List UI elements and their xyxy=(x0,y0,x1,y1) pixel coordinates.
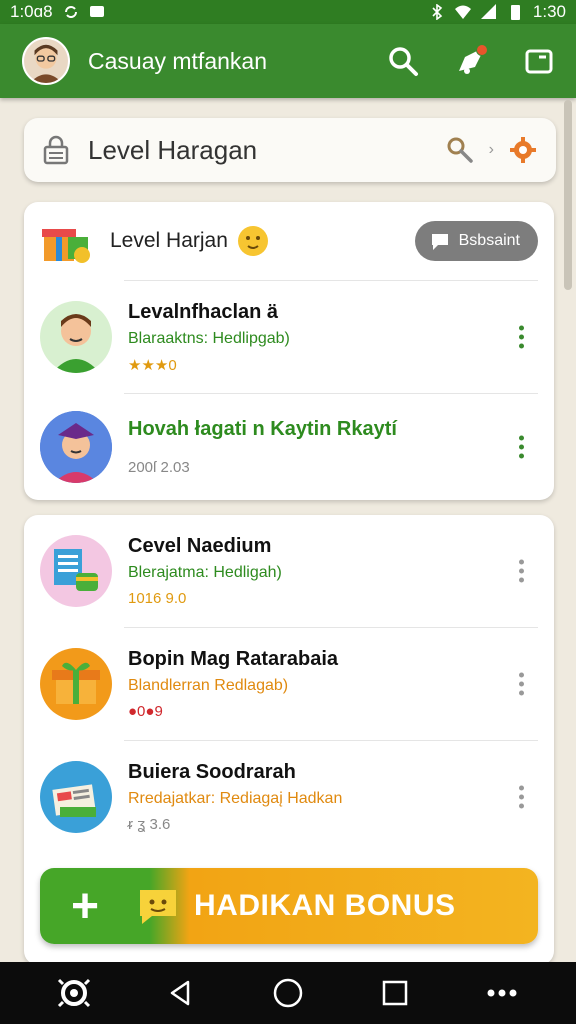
app-bar: Casuay mtfankan xyxy=(0,24,576,98)
item-meta: ᵲ ʓ 3.6 xyxy=(128,816,171,833)
back-button[interactable] xyxy=(161,973,201,1013)
chat-bubble-icon xyxy=(431,234,448,250)
card-title: Level Harjan xyxy=(110,229,228,252)
status-bar: 1:0ɑ8 1:30 xyxy=(0,0,576,24)
list-item[interactable]: Buiera Soodrarah Rredajatkar: Rediagaį H… xyxy=(24,741,554,853)
item-subtitle: Blandlerran Redlagab) xyxy=(128,677,289,694)
status-time-right: 1:30 xyxy=(532,2,566,21)
bonus-label: HADIKAN BONUS xyxy=(194,889,456,922)
notification-badge xyxy=(476,44,488,56)
key-icon[interactable] xyxy=(445,135,475,165)
menu-dots-icon xyxy=(487,989,517,997)
item-title: Buiera Soodrarah xyxy=(128,761,296,783)
window-button[interactable] xyxy=(522,44,556,78)
avatar xyxy=(40,648,112,720)
search-button[interactable] xyxy=(386,44,420,78)
search-icon xyxy=(389,47,418,76)
item-meta: 200ſ 2.03 xyxy=(128,458,190,476)
more-vert-icon[interactable] xyxy=(519,672,524,696)
user-avatar[interactable] xyxy=(22,37,70,85)
more-button[interactable] xyxy=(482,973,522,1013)
list-item[interactable]: Bopin Mag Ratarabaia Blandlerran Redlaga… xyxy=(24,628,554,740)
more-vert-icon[interactable] xyxy=(519,325,524,349)
card-header: Level Harjan Bsbsaint xyxy=(24,202,554,280)
list-item[interactable]: Cevel Naedium Blerajatma: Hedligah) 1016… xyxy=(24,515,554,627)
pill-label: Bsbsaint xyxy=(458,232,520,249)
assistant-icon xyxy=(57,978,90,1008)
app-title: Casuay mtfankan xyxy=(88,47,267,74)
avatar xyxy=(40,761,112,833)
signal-icon xyxy=(480,4,496,19)
list-item[interactable]: Levalnfhaclan ä Blaraaktns: Hedlipgab) ★… xyxy=(24,281,554,393)
recents-button[interactable] xyxy=(375,973,415,1013)
item-title: Hovah łagati n Kaytin Rkaytí xyxy=(128,417,397,440)
emoji-icon xyxy=(237,226,268,256)
wifi-icon xyxy=(454,5,471,19)
more-vert-icon[interactable] xyxy=(519,559,524,583)
avatar-illustration xyxy=(24,39,68,83)
item-subtitle: Blaraaktns: Hedlipgab) xyxy=(128,329,290,347)
window-icon xyxy=(525,49,553,74)
item-title: Bopin Mag Ratarabaia xyxy=(128,648,339,670)
item-title: Cevel Naedium xyxy=(128,535,272,557)
item-title: Levalnfhaclan ä xyxy=(128,300,279,323)
more-vert-icon[interactable] xyxy=(519,435,524,458)
bluetooth-icon xyxy=(432,4,443,20)
plus-icon: + xyxy=(70,879,100,933)
avatar xyxy=(40,535,112,607)
navigation-bar xyxy=(0,962,576,1024)
notification-button[interactable] xyxy=(454,44,488,78)
more-vert-icon[interactable] xyxy=(519,785,524,809)
back-icon xyxy=(170,980,190,1006)
assistant-button[interactable] xyxy=(54,973,94,1013)
item-subtitle: Blerajatma: Hedligah) xyxy=(128,564,282,581)
scrollbar[interactable] xyxy=(564,100,572,960)
item-rating: ★★★0 xyxy=(128,356,177,374)
search-text[interactable]: Level Haragan xyxy=(88,135,257,166)
avatar xyxy=(40,301,112,373)
home-button[interactable] xyxy=(268,973,308,1013)
bonus-button[interactable]: + HADIKAN BONUS xyxy=(40,868,538,944)
gift-box-icon xyxy=(42,229,90,263)
list-item[interactable]: Hovah łagati n Kaytin Rkaytí 200ſ 2.03 xyxy=(24,394,554,499)
sync-icon xyxy=(64,6,77,18)
item-meta: 1016 9.0 xyxy=(128,590,187,607)
bsbsaint-button[interactable]: Bsbsaint xyxy=(414,221,538,261)
home-icon xyxy=(273,978,303,1008)
gear-icon[interactable] xyxy=(508,135,538,165)
level-card: Level Harjan Bsbsaint Levalnfhaclan ä Bl… xyxy=(24,202,554,500)
chat-icon xyxy=(89,6,104,17)
status-time-left: 1:0ɑ8 xyxy=(10,2,53,21)
recents-icon xyxy=(382,980,408,1006)
emoji-chat-icon xyxy=(140,890,176,924)
chevron-right-icon: › xyxy=(488,141,494,158)
battery-icon xyxy=(510,5,520,20)
avatar xyxy=(40,410,112,483)
item-subtitle: Rredajatkar: Rediagaį Hadkan xyxy=(128,790,343,807)
item-meta: ●0●9 xyxy=(128,703,163,720)
search-bar[interactable]: Level Haragan › xyxy=(24,118,556,182)
scrollbar-thumb[interactable] xyxy=(564,100,572,290)
lock-icon xyxy=(43,135,69,165)
